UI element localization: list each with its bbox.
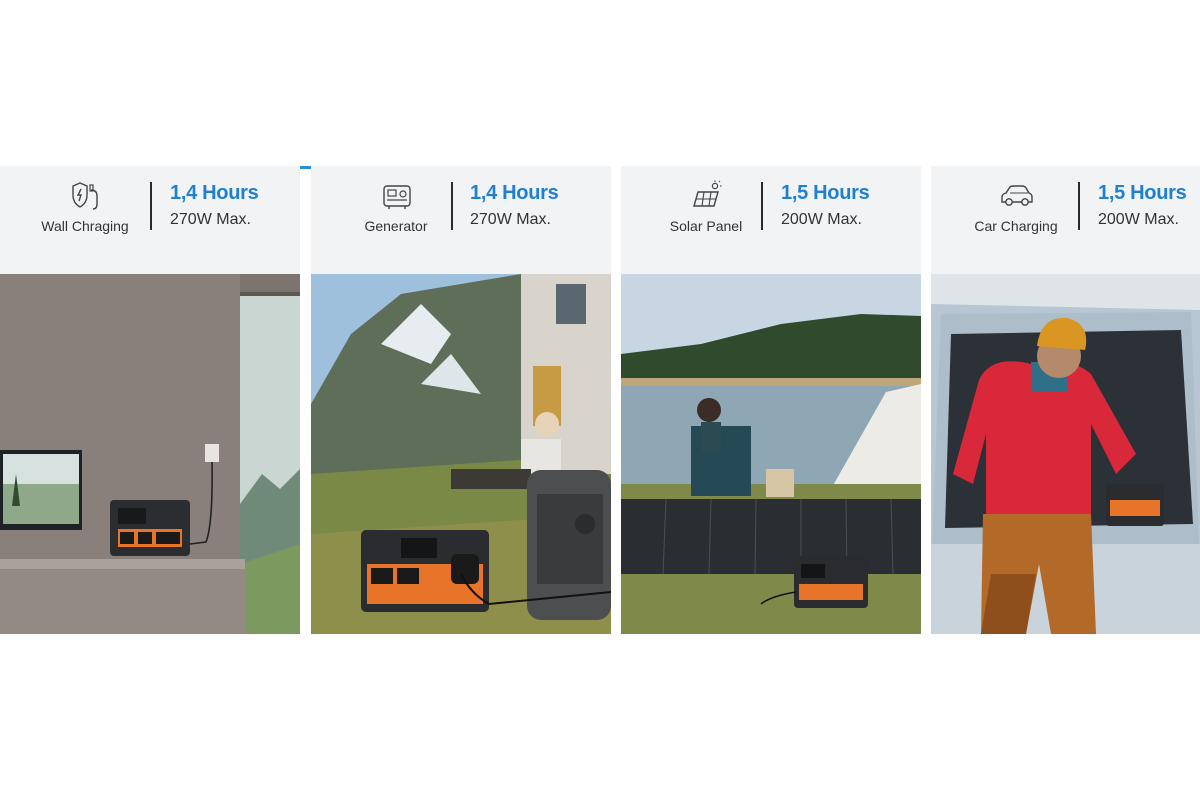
source-block: Wall Chraging — [20, 180, 150, 234]
charge-time: 1,5 Hours — [781, 182, 870, 204]
charge-stat: 1,4 Hours 270W Max. — [170, 182, 259, 229]
card-header: Wall Chraging 1,4 Hours 270W Max. — [0, 166, 300, 274]
generator-card[interactable]: Generator 1,4 Hours 270W Max. — [311, 166, 611, 634]
source-block: Generator — [331, 180, 461, 234]
card-header: Car Charging 1,5 Hours 200W Max. — [931, 166, 1200, 274]
solar-panel-photo — [621, 274, 921, 634]
source-label: Car Charging — [974, 218, 1058, 234]
divider — [150, 182, 152, 230]
source-label: Generator — [364, 218, 428, 234]
source-label: Wall Chraging — [41, 218, 129, 234]
charge-time: 1,4 Hours — [170, 182, 259, 204]
divider — [451, 182, 453, 230]
max-power: 270W Max. — [470, 211, 551, 228]
wall-charging-photo — [0, 274, 300, 634]
charge-time: 1,4 Hours — [470, 182, 559, 204]
car-charging-card[interactable]: Car Charging 1,5 Hours 200W Max. — [931, 166, 1200, 634]
source-block: Solar Panel — [641, 180, 771, 234]
generator-icon — [383, 185, 411, 209]
wall-charging-card[interactable]: Wall Chraging 1,4 Hours 270W Max. — [0, 166, 300, 634]
charge-time: 1,5 Hours — [1098, 182, 1187, 204]
source-label: Solar Panel — [669, 218, 743, 234]
max-power: 200W Max. — [1098, 211, 1179, 228]
car-charging-photo — [931, 274, 1200, 634]
charge-stat: 1,5 Hours 200W Max. — [781, 182, 870, 229]
wall-outlet-icon — [72, 182, 98, 210]
charge-stat: 1,5 Hours 200W Max. — [1098, 182, 1187, 229]
divider — [761, 182, 763, 230]
max-power: 200W Max. — [781, 211, 862, 228]
card-header: Generator 1,4 Hours 270W Max. — [311, 166, 611, 274]
charging-options-strip: Wall Chraging 1,4 Hours 270W Max. Genera… — [0, 166, 1200, 634]
max-power: 270W Max. — [170, 211, 251, 228]
generator-photo — [311, 274, 611, 634]
divider — [1078, 182, 1080, 230]
solar-panel-card[interactable]: Solar Panel 1,5 Hours 200W Max. — [621, 166, 921, 634]
solar-panel-icon — [693, 180, 722, 207]
card-header: Solar Panel 1,5 Hours 200W Max. — [621, 166, 921, 274]
charge-stat: 1,4 Hours 270W Max. — [470, 182, 559, 229]
car-icon — [1001, 185, 1033, 206]
source-block: Car Charging — [951, 180, 1081, 234]
